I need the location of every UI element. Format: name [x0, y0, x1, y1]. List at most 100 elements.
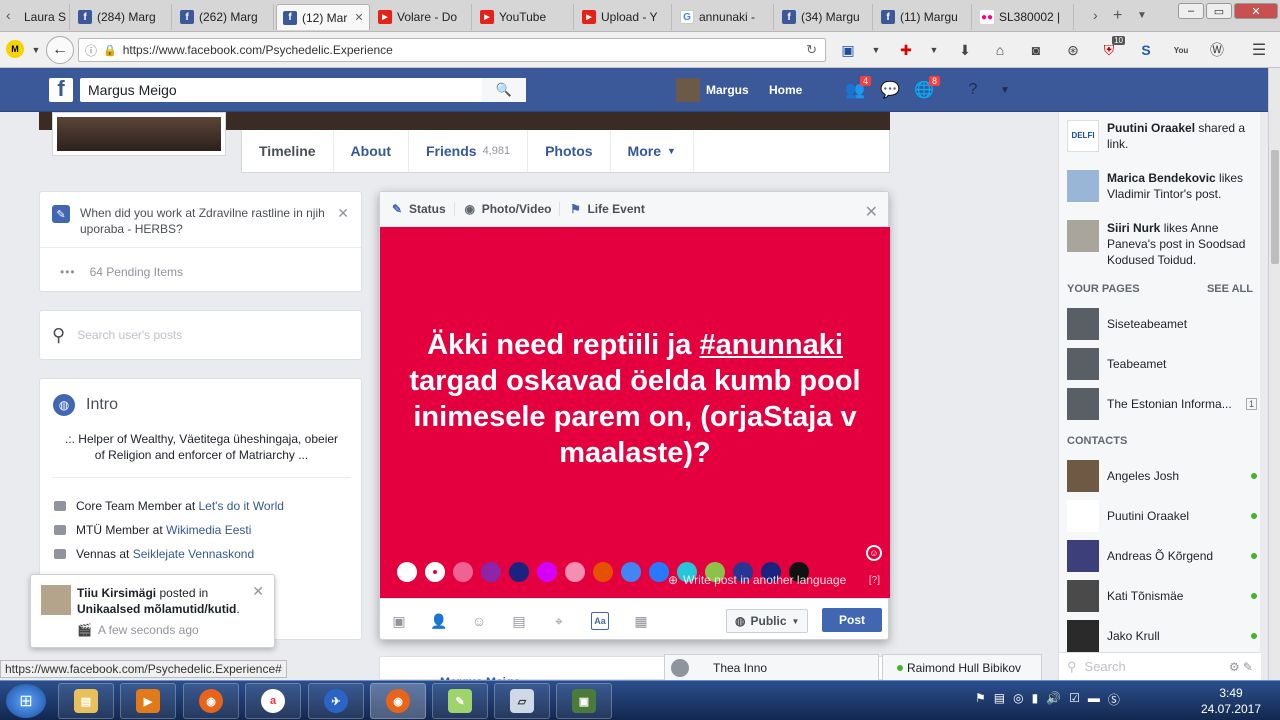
notification-toast[interactable]: Tiiu Kirsimägi posted in Unikaalsed mõla…	[30, 574, 275, 648]
close-icon[interactable]: ✕	[252, 583, 264, 600]
work-question-text[interactable]: When did you work at Zdravilne rastline …	[80, 205, 340, 237]
page-scrollbar[interactable]	[1268, 68, 1280, 680]
audience-selector[interactable]: ◍ Public ▼	[726, 609, 809, 633]
contact-item[interactable]: Jako Krull	[1067, 620, 1257, 652]
browser-tab[interactable]: Laura S	[18, 4, 70, 30]
profile-picture[interactable]	[52, 112, 226, 156]
close-icon[interactable]: ✕	[865, 202, 878, 222]
facebook-logo-icon[interactable]: f	[49, 78, 73, 102]
color-swatch[interactable]	[453, 562, 473, 582]
home-link[interactable]: Home	[769, 83, 802, 97]
tag-people-icon[interactable]: 👤	[430, 612, 448, 630]
browser-tab[interactable]: ▶ Volare - Do	[372, 4, 472, 30]
contact-item[interactable]: Kati Tõnismäe	[1067, 580, 1257, 612]
reload-icon[interactable]: ↻	[806, 42, 817, 58]
more-options-icon[interactable]: ▦	[632, 612, 650, 630]
minimize-button[interactable]: –	[1178, 3, 1204, 19]
save-dropdown-icon[interactable]: ▼	[866, 40, 886, 60]
page-item[interactable]: Teabeamet	[1067, 348, 1257, 380]
browser-tab[interactable]: f (34) Margu	[776, 4, 873, 30]
tab-photos[interactable]: Photos	[528, 130, 611, 172]
see-all-link[interactable]: SEE ALL	[1207, 283, 1253, 295]
fb-search-input[interactable]: Margus Meigo 🔍	[80, 78, 526, 102]
search-icon[interactable]: 🔍	[482, 78, 526, 102]
chat-tab[interactable]: Raimond Hull Bibikov	[882, 654, 1042, 680]
volume-icon[interactable]: 🔊	[1046, 691, 1061, 708]
browser-tab[interactable]: f (284) Marg	[72, 4, 172, 30]
menu-icon[interactable]: ☰	[1249, 40, 1269, 60]
pending-items[interactable]: ••• 64 Pending Items	[60, 265, 183, 279]
colored-post-canvas[interactable]: Äkki need reptiili ja #anunnaki targad o…	[380, 227, 890, 598]
text-background-icon[interactable]: Aa	[591, 612, 609, 630]
close-tab-icon[interactable]: ✕	[354, 11, 363, 24]
page-item[interactable]: The Estonian Informa... 1	[1067, 388, 1257, 420]
hashtag-link[interactable]: #anunnaki	[699, 329, 842, 361]
notifications-icon[interactable]: 🌐 8	[914, 76, 940, 100]
contact-item[interactable]: Andreas Õ Kõrgend	[1067, 540, 1257, 572]
thunderbird-app[interactable]: ✈	[308, 683, 364, 719]
sync-icon[interactable]: ⊛	[1063, 40, 1083, 60]
youtube-addon-icon[interactable]: You	[1171, 40, 1191, 60]
firefox-active-app[interactable]: ◉	[370, 683, 426, 719]
tab-about[interactable]: About	[334, 130, 409, 172]
clock[interactable]: 3:49 24.07.2017	[1196, 685, 1266, 717]
addon-dropdown-icon[interactable]: ▼	[26, 40, 46, 60]
home-icon[interactable]: ⌂	[990, 40, 1010, 60]
emoji-icon[interactable]: ☺	[866, 545, 882, 561]
chat-options-icon[interactable]: ⚙ ✎	[1229, 660, 1253, 674]
url-text[interactable]: https://www.facebook.com/Psychedelic.Exp…	[123, 43, 393, 57]
post-text[interactable]: Äkki need reptiili ja #anunnaki targad o…	[400, 327, 870, 471]
downloads-icon[interactable]: ⬇	[955, 40, 975, 60]
color-swatch[interactable]	[621, 562, 641, 582]
color-swatch[interactable]	[425, 562, 445, 582]
browser-tab[interactable]: f (11) Margu	[875, 4, 972, 30]
color-swatch[interactable]	[537, 562, 557, 582]
updates-icon[interactable]: ☑	[1069, 691, 1080, 708]
account-menu-icon[interactable]: ▼	[995, 80, 1015, 100]
browser-tab[interactable]: ●● SL380002 |	[974, 4, 1074, 30]
tabs-scroll-right-icon[interactable]: ›	[1093, 7, 1098, 23]
ticker-item[interactable]: DELFI Puutini Oraakel shared a link.	[1067, 120, 1257, 152]
tab-life-event[interactable]: ⚑ Life Event	[568, 202, 652, 216]
pocket-icon[interactable]: ◙	[1026, 40, 1046, 60]
network-icon[interactable]: ▮	[1032, 691, 1039, 708]
lock-icon[interactable]: 🔒	[103, 44, 117, 57]
system-tray[interactable]: ⚑ ▤ ◎ ▮ 🔊 ☑ ▬ Ⓢ	[975, 691, 1120, 708]
feeling-icon[interactable]: ☺	[470, 612, 488, 630]
new-tab-icon[interactable]: +	[1113, 7, 1122, 25]
ublock-icon[interactable]: ⛨ 10	[1099, 36, 1125, 60]
browser-tab[interactable]: f (12) Mar ✕	[276, 4, 370, 30]
lang-help-link[interactable]: [?]	[869, 575, 880, 586]
firefox-app[interactable]: ◉	[183, 683, 239, 719]
post-button[interactable]: Post	[822, 608, 882, 632]
location-icon[interactable]: ⌖	[550, 612, 568, 630]
skype-icon[interactable]: S	[1136, 40, 1156, 60]
write-other-language-link[interactable]: ⊕ Write post in another language	[668, 573, 846, 587]
help-icon[interactable]: ?	[963, 80, 983, 100]
sticker-icon[interactable]: ▤	[510, 612, 528, 630]
chat-tab[interactable]: Thea Inno	[664, 654, 879, 680]
tab-photo-video[interactable]: ◉ Photo/Video	[463, 202, 561, 216]
wikipedia-icon[interactable]: Ⓦ	[1207, 40, 1227, 60]
search-posts-input[interactable]: ⚲ Search user's posts	[39, 310, 362, 360]
editor-app[interactable]: ▱	[494, 683, 550, 719]
first-aid-dropdown-icon[interactable]: ▼	[924, 40, 944, 60]
tab-list-icon[interactable]: ▼	[1137, 10, 1147, 21]
color-swatch[interactable]	[481, 562, 501, 582]
first-aid-icon[interactable]: ✚	[896, 40, 916, 60]
contact-item[interactable]: Puutini Oraakel	[1067, 500, 1257, 532]
back-button[interactable]: ←	[46, 36, 74, 64]
profile-link[interactable]: Margus	[676, 78, 749, 102]
chat-search-input[interactable]: ⚲ Search ⚙ ✎	[1059, 652, 1261, 680]
tab-friends[interactable]: Friends 4,981	[409, 130, 529, 172]
color-swatch[interactable]	[397, 562, 417, 582]
color-swatch[interactable]	[509, 562, 529, 582]
skype-tray-icon[interactable]: Ⓢ	[1108, 691, 1120, 708]
color-swatch[interactable]	[593, 562, 613, 582]
opera-app[interactable]: a	[245, 683, 301, 719]
save-page-icon[interactable]: ▣	[838, 40, 858, 60]
tab-more[interactable]: More ▼	[611, 130, 694, 172]
addon-icon[interactable]: M	[6, 40, 24, 58]
photo-icon[interactable]: ▣	[390, 612, 408, 630]
friend-requests-icon[interactable]: 👥 4	[845, 76, 871, 100]
